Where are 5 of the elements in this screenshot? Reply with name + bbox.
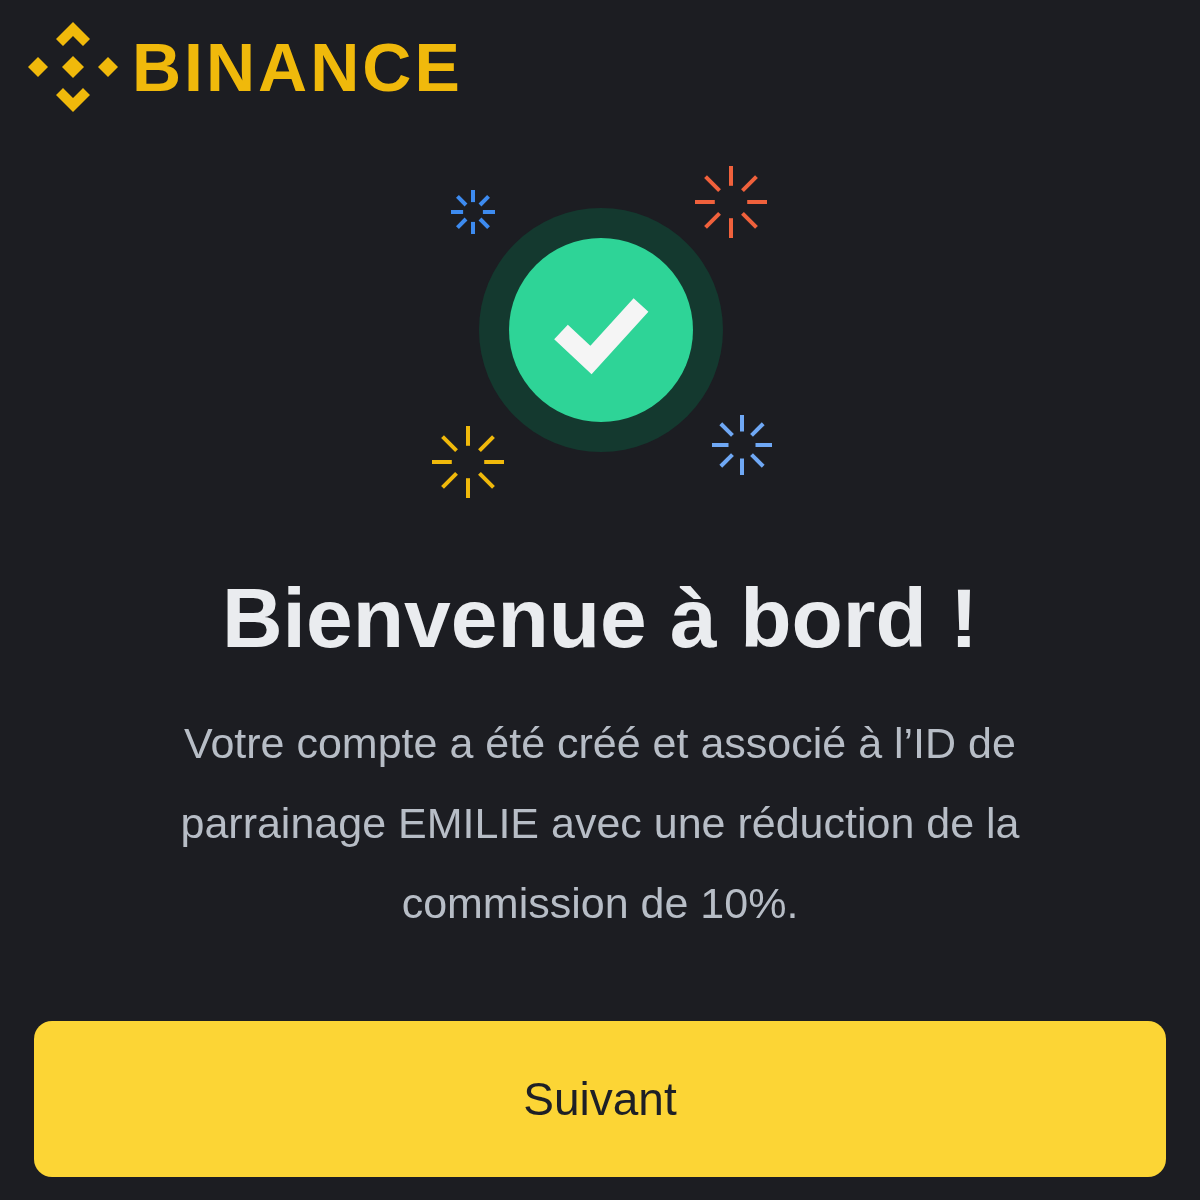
logo-text: BINANCE bbox=[132, 28, 463, 106]
next-button[interactable]: Suivant bbox=[34, 1021, 1166, 1177]
welcome-title: Bienvenue à bord ! bbox=[221, 570, 979, 667]
diamond-logo-icon bbox=[28, 22, 118, 112]
account-message: Votre compte a été créé et associé à l’ID de parrainage EMILIE avec une réduction de la commission de 10%. bbox=[179, 718, 1021, 929]
